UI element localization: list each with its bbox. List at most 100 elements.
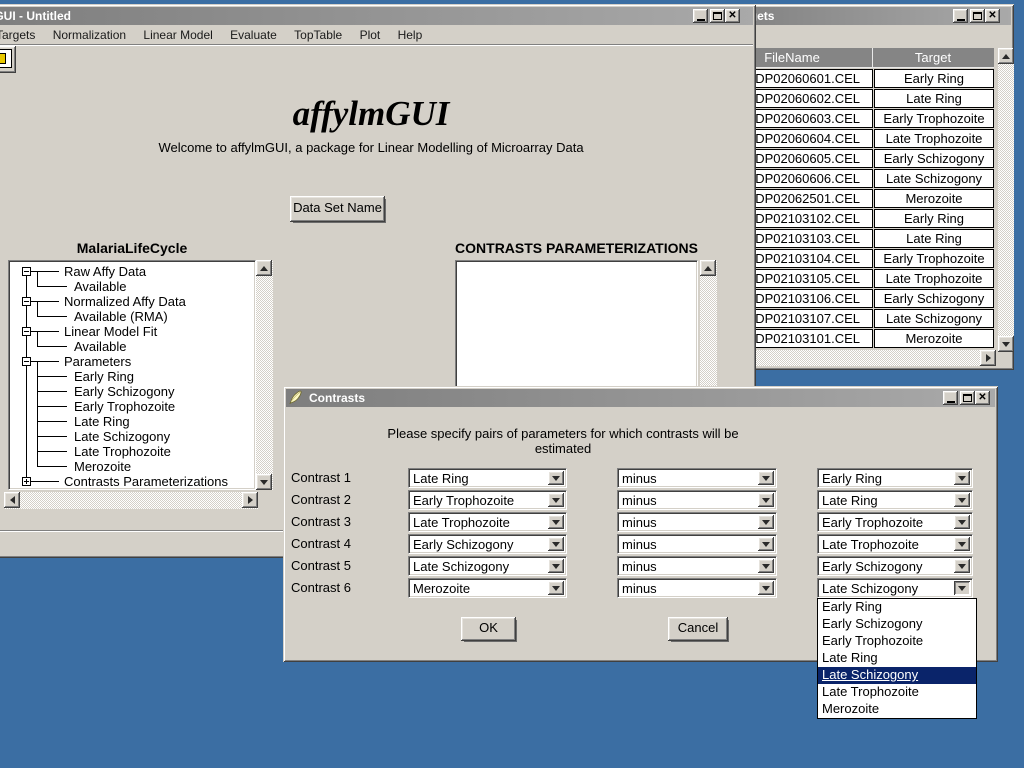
menu-toptable[interactable]: TopTable [287,25,349,44]
chevron-down-icon[interactable] [548,537,564,551]
tree-item[interactable]: Raw Affy Data [64,264,146,279]
contrast2-op-select[interactable]: minus [617,490,777,510]
tree-item[interactable]: Linear Model Fit [64,324,157,339]
targets-vertical-scrollbar[interactable] [998,48,1014,352]
chevron-down-icon[interactable] [758,581,774,595]
data-set-name-button[interactable]: Data Set Name [290,196,385,222]
contrast2-right-select[interactable]: Late Ring [817,490,973,510]
minimize-icon[interactable] [953,9,968,23]
contrast5-right-select[interactable]: Early Schizogony [817,556,973,576]
scroll-up-icon[interactable] [256,260,272,276]
close-icon[interactable]: ✕ [985,9,1000,23]
minimize-icon[interactable] [693,9,708,23]
tree-expand-icon[interactable] [22,477,31,486]
tree-item[interactable]: Late Trophozoite [74,444,171,459]
tree-item[interactable]: Early Trophozoite [74,399,175,414]
contrast3-left-select[interactable]: Late Trophozoite [408,512,567,532]
chevron-down-icon[interactable] [954,559,970,573]
chevron-down-icon[interactable] [548,471,564,485]
contrast4-left-select[interactable]: Early Schizogony [408,534,567,554]
scroll-up-icon[interactable] [998,48,1014,64]
chevron-down-icon[interactable] [954,493,970,507]
tree-horizontal-scrollbar[interactable] [4,492,258,509]
dropdown-option[interactable]: Early Trophozoite [818,633,976,650]
dropdown-option[interactable]: Late Ring [818,650,976,667]
contrast5-op-select[interactable]: minus [617,556,777,576]
contrast4-right-select[interactable]: Late Trophozoite [817,534,973,554]
chevron-down-icon[interactable] [954,515,970,529]
close-icon[interactable]: ✕ [725,9,740,23]
menu-plot[interactable]: Plot [353,25,388,44]
menu-normalization[interactable]: Normalization [46,25,133,44]
contrast3-op-select[interactable]: minus [617,512,777,532]
contrast2-left-select[interactable]: Early Trophozoite [408,490,567,510]
maximize-icon[interactable] [710,9,725,23]
table-cell[interactable]: Early Trophozoite [874,109,994,128]
ok-button[interactable]: OK [461,617,516,641]
contrast1-op-select[interactable]: minus [617,468,777,488]
chevron-down-icon[interactable] [758,515,774,529]
chevron-down-icon[interactable] [548,581,564,595]
tree-item[interactable]: Late Schizogony [74,429,170,444]
table-cell[interactable]: Late Ring [874,229,994,248]
tree-item[interactable]: Available (RMA) [74,309,168,324]
contrast6-right-select[interactable]: Late Schizogony [817,578,973,598]
table-cell[interactable]: Late Trophozoite [874,269,994,288]
minimize-icon[interactable] [943,391,958,405]
chevron-down-icon[interactable] [758,537,774,551]
table-cell[interactable]: Late Ring [874,89,994,108]
tree-item[interactable]: Available [74,279,127,294]
tree-item[interactable]: Early Ring [74,369,134,384]
contrast5-left-select[interactable]: Late Schizogony [408,556,567,576]
contrast6-left-select[interactable]: Merozoite [408,578,567,598]
tree-item[interactable]: Late Ring [74,414,130,429]
chevron-down-icon[interactable] [954,471,970,485]
chevron-down-icon[interactable] [758,493,774,507]
contrasts-titlebar[interactable]: Contrasts ✕ [286,389,995,407]
chevron-down-icon[interactable] [758,559,774,573]
close-icon[interactable]: ✕ [975,391,990,405]
tree-vertical-scrollbar[interactable] [256,260,273,490]
scroll-left-icon[interactable] [4,492,20,508]
dropdown-option[interactable]: Merozoite [818,701,976,718]
chevron-down-icon[interactable] [954,581,970,595]
menu-linear-model[interactable]: Linear Model [136,25,219,44]
tree-item[interactable]: Normalized Affy Data [64,294,186,309]
contrast1-left-select[interactable]: Late Ring [408,468,567,488]
main-titlebar[interactable]: affylmGUI - Untitled ✕ [0,7,753,25]
table-cell[interactable]: Merozoite [874,329,994,348]
scroll-right-icon[interactable] [242,492,258,508]
tree-collapse-icon[interactable] [22,357,31,366]
table-cell[interactable]: Early Ring [874,209,994,228]
chevron-down-icon[interactable] [548,515,564,529]
table-cell[interactable]: Merozoite [874,189,994,208]
contrast6-op-select[interactable]: minus [617,578,777,598]
table-cell[interactable]: Late Schizogony [874,169,994,188]
chevron-down-icon[interactable] [548,493,564,507]
tree-item[interactable]: Merozoite [74,459,131,474]
table-cell[interactable]: Early Schizogony [874,149,994,168]
tree-item[interactable]: Available [74,339,127,354]
tree-item[interactable]: Parameters [64,354,131,369]
dropdown-option[interactable]: Early Ring [818,599,976,616]
scroll-down-icon[interactable] [256,474,272,490]
chevron-down-icon[interactable] [954,537,970,551]
scroll-down-icon[interactable] [998,336,1014,352]
dropdown-option-selected[interactable]: Late Schizogony [818,667,976,684]
tree-collapse-icon[interactable] [22,297,31,306]
table-cell[interactable]: Early Ring [874,69,994,88]
tree-item[interactable]: Early Schizogony [74,384,174,399]
cancel-button[interactable]: Cancel [668,617,728,641]
tree-collapse-icon[interactable] [22,267,31,276]
table-cell[interactable]: Early Trophozoite [874,249,994,268]
table-cell[interactable]: Late Trophozoite [874,129,994,148]
dropdown-option[interactable]: Late Trophozoite [818,684,976,701]
contrast4-op-select[interactable]: minus [617,534,777,554]
contrast3-right-select[interactable]: Early Trophozoite [817,512,973,532]
menu-help[interactable]: Help [391,25,430,44]
tree-collapse-icon[interactable] [22,327,31,336]
chevron-down-icon[interactable] [548,559,564,573]
scroll-up-icon[interactable] [700,260,716,276]
dropdown-option[interactable]: Early Schizogony [818,616,976,633]
contrast1-right-select[interactable]: Early Ring [817,468,973,488]
